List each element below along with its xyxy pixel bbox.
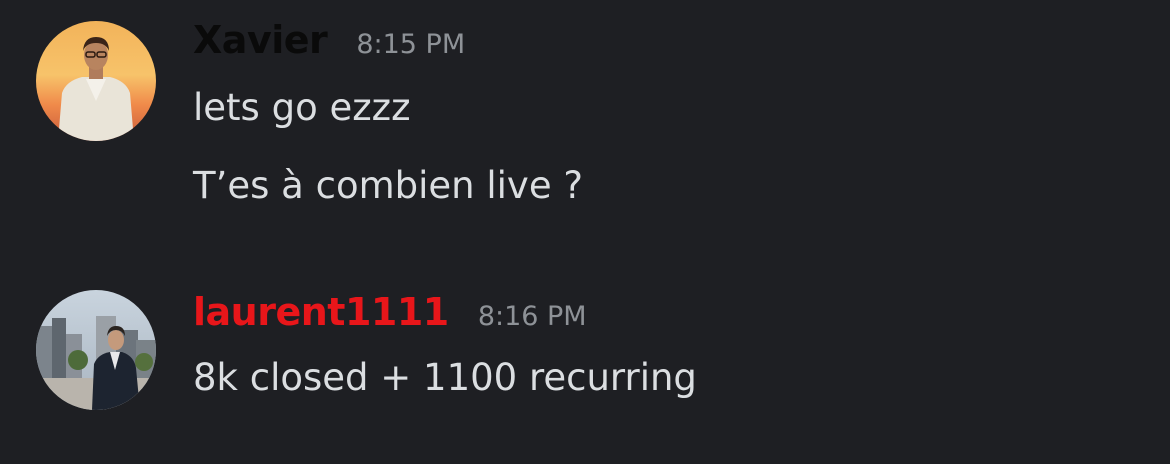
message-header: laurent1111 8:16 PM xyxy=(193,290,587,334)
message-header: Xavier 8:15 PM xyxy=(193,18,465,62)
timestamp: 8:16 PM xyxy=(477,301,587,332)
message-text: lets go ezzz xyxy=(193,86,411,129)
laurent-avatar[interactable] xyxy=(36,290,156,410)
xavier-avatar[interactable] xyxy=(36,21,156,141)
username-laurent1111[interactable]: laurent1111 xyxy=(193,290,449,334)
message-text: 8k closed + 1100 recurring xyxy=(193,356,697,399)
message-text: T’es à combien live ? xyxy=(193,164,583,207)
timestamp: 8:15 PM xyxy=(356,29,466,60)
username-xavier[interactable]: Xavier xyxy=(193,18,328,62)
avatar-city-icon xyxy=(36,290,156,410)
avatar-sunset-icon xyxy=(36,21,156,141)
